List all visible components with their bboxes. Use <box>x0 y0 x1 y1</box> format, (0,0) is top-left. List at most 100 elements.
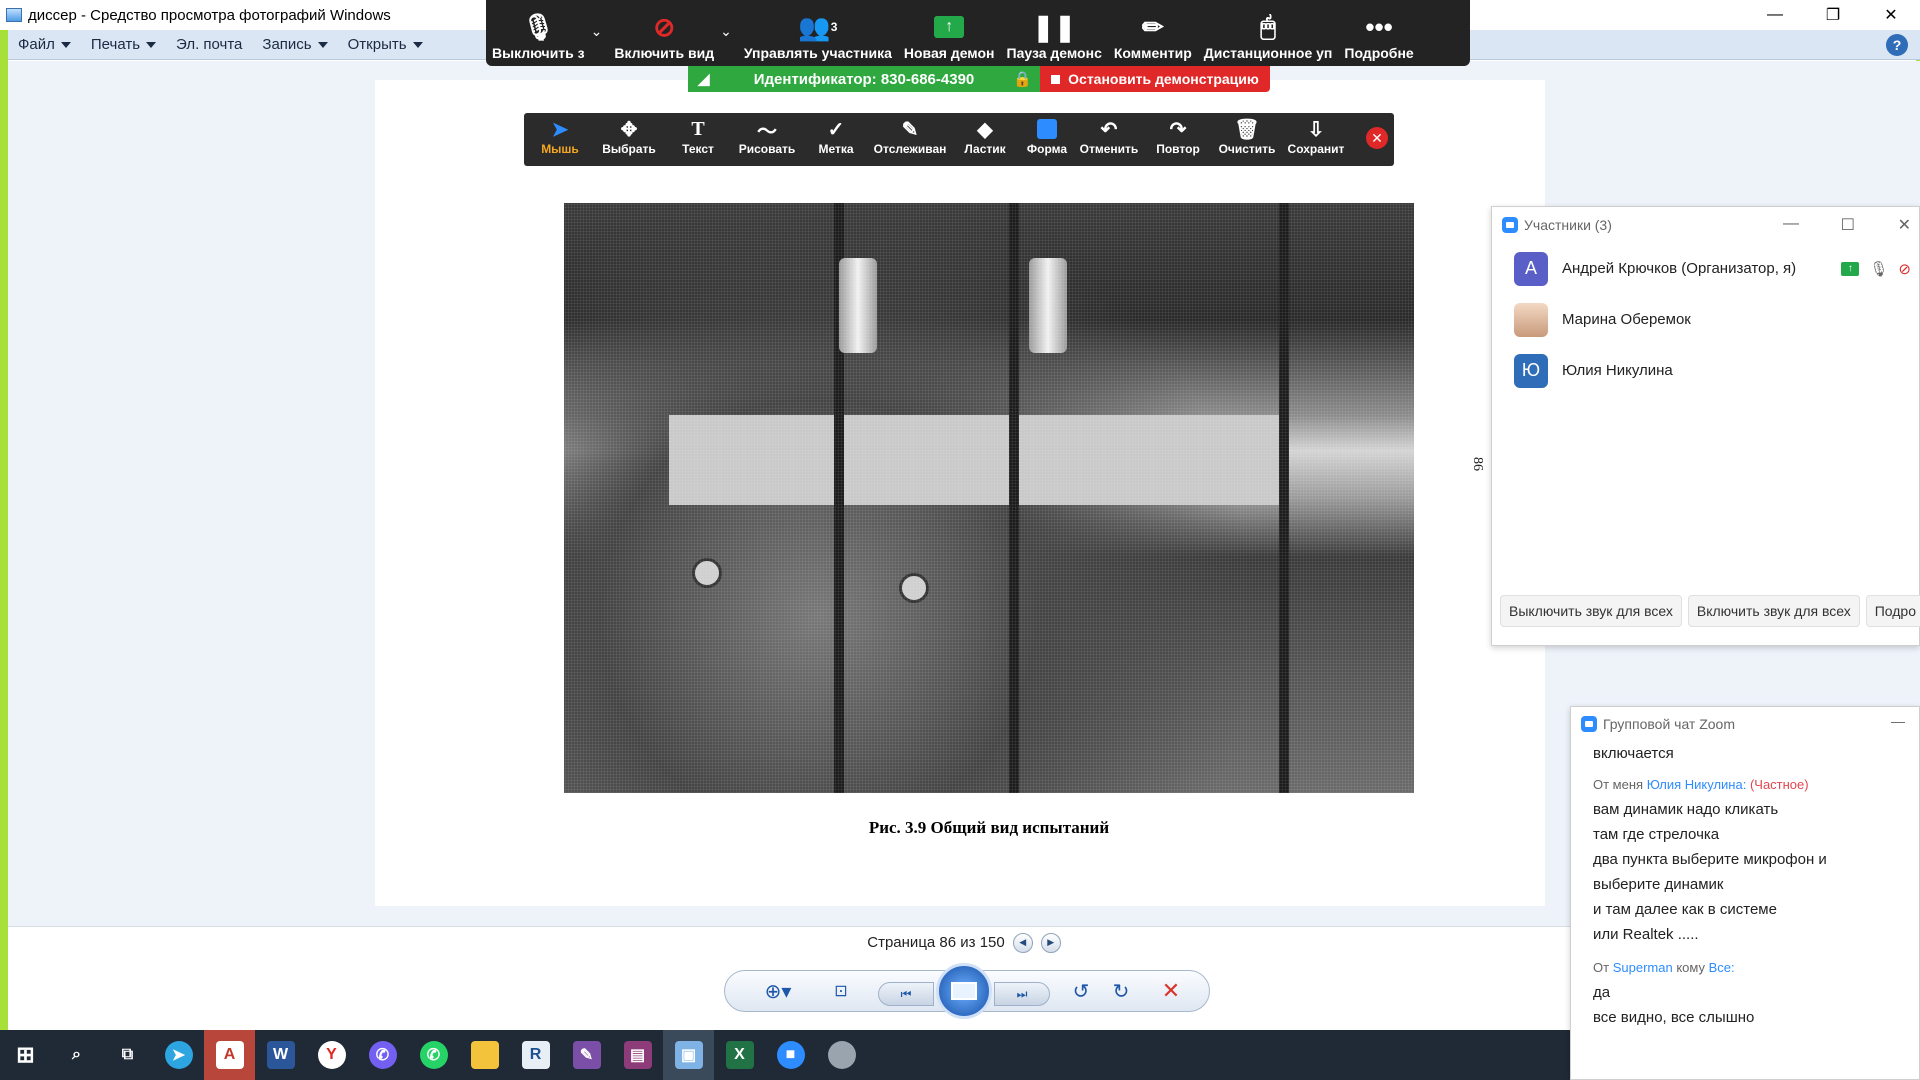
tool-redo[interactable]: ↷ Повтор <box>1144 116 1212 157</box>
word-icon: W <box>266 1041 295 1069</box>
tool-eraser[interactable]: ◆ Ластик <box>951 116 1019 157</box>
participant-status: ↑ 🎙 ⊘ <box>1841 260 1911 278</box>
actual-size-icon[interactable]: ⊡ <box>826 980 856 1002</box>
new-share-label: Новая демон <box>903 45 995 61</box>
tool-undo[interactable]: ↶ Отменить <box>1075 116 1143 157</box>
chat-sender[interactable]: Superman <box>1613 960 1673 975</box>
tool-shape[interactable]: Форма <box>1013 116 1081 156</box>
tool-draw-label: Рисовать <box>738 142 796 156</box>
chat-title: Групповой чат Zoom <box>1603 716 1736 732</box>
taskbar-yandex[interactable]: Y <box>306 1030 357 1080</box>
taskbar-r-app[interactable]: R <box>510 1030 561 1080</box>
chat-message-text: и там далее как в системе <box>1593 901 1777 918</box>
taskbar-zoom[interactable]: ■ <box>765 1030 816 1080</box>
taskbar-excel[interactable]: X <box>714 1030 765 1080</box>
shape-icon <box>1037 119 1057 139</box>
photo-viewer-icon <box>6 8 22 22</box>
participants-button[interactable]: 👥 3 Управлять участника <box>738 10 898 62</box>
mute-all-button[interactable]: Выключить звук для всех <box>1500 595 1682 627</box>
taskbar-other[interactable] <box>816 1030 867 1080</box>
close-button[interactable]: ✕ <box>1862 0 1920 30</box>
meeting-id-bar[interactable]: ◢ Идентификатор: 830-686-4390 🔒 <box>688 66 1040 92</box>
taskbar-acrobat[interactable]: A <box>204 1030 255 1080</box>
trash-icon: 🗑 <box>1234 118 1260 141</box>
tool-draw[interactable]: 〜 Рисовать <box>733 116 801 157</box>
chevron-down-icon <box>317 41 328 48</box>
next-image-button[interactable]: ⏭ <box>994 982 1050 1006</box>
taskbar-explorer[interactable] <box>459 1030 510 1080</box>
tool-stamp[interactable]: ✓ Метка <box>802 116 870 157</box>
chat-message-text: или Realtek ..... <box>1593 926 1699 943</box>
tool-text[interactable]: T Текст <box>664 116 732 157</box>
help-icon[interactable]: ? <box>1886 34 1908 56</box>
viber-icon: ✆ <box>368 1041 397 1069</box>
new-share-button[interactable]: ↑ Новая демон <box>898 10 1001 62</box>
taskbar-winrar[interactable]: ▤ <box>612 1030 663 1080</box>
pause-share-button[interactable]: ❚❚ Пауза демонс <box>1001 10 1108 62</box>
zoom-icon[interactable]: ⊕▾ <box>760 980 796 1003</box>
menu-file[interactable]: Файл <box>8 36 81 53</box>
menu-print[interactable]: Печать <box>81 36 166 53</box>
more-button[interactable]: ••• Подробне <box>1338 10 1419 62</box>
previous-image-button[interactable]: ⏮ <box>878 982 934 1006</box>
menu-burn[interactable]: Запись <box>252 36 337 53</box>
chat-recipient[interactable]: Все: <box>1709 960 1735 975</box>
tool-select[interactable]: ✥ Выбрать <box>595 116 663 157</box>
search-button[interactable]: ⌕ <box>51 1030 102 1080</box>
tool-save[interactable]: ⇩ Сохранит <box>1282 116 1350 157</box>
task-view-button[interactable]: ⧉ <box>102 1030 153 1080</box>
chevron-down-icon[interactable]: ⌄ <box>591 23 609 62</box>
taskbar-telegram[interactable]: ➤ <box>153 1030 204 1080</box>
maximize-icon[interactable]: ☐ <box>1841 215 1855 235</box>
minimize-icon[interactable]: — <box>1891 713 1905 729</box>
more-options-button[interactable]: Подро <box>1865 595 1920 627</box>
rotate-left-icon[interactable]: ↺ <box>1068 980 1094 1003</box>
minimize-icon[interactable]: — <box>1783 215 1799 233</box>
start-button[interactable]: ⊞ <box>0 1030 51 1080</box>
chat-sender-prefix: От меня <box>1593 777 1644 792</box>
pause-icon: ❚❚ <box>1032 11 1076 42</box>
tool-stamp-label: Метка <box>818 142 854 156</box>
maximize-button[interactable]: ❐ <box>1804 0 1862 30</box>
remote-control-button[interactable]: 🖱 Дистанционное уп <box>1198 10 1339 62</box>
page-indicator: Страница 86 из 150 <box>867 934 1005 951</box>
delete-icon[interactable]: ✕ <box>1158 978 1184 1003</box>
mute-button[interactable]: 🎙 Выключить з <box>486 10 591 62</box>
rotate-right-icon[interactable]: ↻ <box>1108 980 1134 1003</box>
taskbar-word[interactable]: W <box>255 1030 306 1080</box>
unmute-all-button[interactable]: Включить звук для всех <box>1687 595 1860 627</box>
next-page-button[interactable]: ▶ <box>1040 932 1061 953</box>
chat-recipient[interactable]: Юлия Никулина: <box>1647 777 1747 792</box>
annotate-button[interactable]: ✏ Комментир <box>1108 10 1198 62</box>
video-label: Включить вид <box>614 45 715 61</box>
menu-open[interactable]: Открыть <box>338 36 433 53</box>
test-setup-photo <box>564 203 1414 793</box>
stop-share-button[interactable]: Остановить демонстрацию <box>1040 66 1270 92</box>
taskbar-whatsapp[interactable]: ✆ <box>408 1030 459 1080</box>
tool-clear[interactable]: 🗑 Очистить <box>1213 116 1281 157</box>
close-icon[interactable]: ✕ <box>1898 215 1911 235</box>
prev-page-button[interactable]: ◀ <box>1012 932 1033 953</box>
zoom-icon: ■ <box>776 1041 805 1069</box>
close-annotation-button[interactable]: ✕ <box>1366 127 1388 149</box>
minimize-button[interactable]: — <box>1746 0 1804 30</box>
participant-row[interactable]: А Андрей Крючков (Организатор, я) ↑ 🎙 ⊘ <box>1492 243 1919 294</box>
tool-spotlight[interactable]: ✎ Отслеживан <box>874 116 947 157</box>
video-button[interactable]: ⊘ Включить вид <box>608 10 720 62</box>
menu-print-label: Печать <box>90 36 141 53</box>
participants-panel: Участники (3) — ☐ ✕ А Андрей Крючков (Ор… <box>1491 206 1920 646</box>
video-off-icon: ⊘ <box>1898 260 1911 278</box>
participant-row[interactable]: Марина Оберемок <box>1492 294 1919 345</box>
window-controls: — ❐ ✕ <box>1746 0 1920 30</box>
slideshow-button[interactable] <box>936 963 992 1019</box>
chevron-down-icon[interactable]: ⌄ <box>720 23 738 62</box>
figure-caption: Рис. 3.9 Общий вид испытаний <box>868 818 1110 837</box>
menu-email[interactable]: Эл. почта <box>166 36 252 53</box>
taskbar-photo-viewer[interactable]: ▣ <box>663 1030 714 1080</box>
chevron-down-icon <box>412 41 423 48</box>
tool-mouse[interactable]: ➤ Мышь <box>526 116 594 157</box>
taskbar-onenote[interactable]: ✎ <box>561 1030 612 1080</box>
participant-row[interactable]: Ю Юлия Никулина <box>1492 345 1919 396</box>
taskbar-viber[interactable]: ✆ <box>357 1030 408 1080</box>
chat-message-text: вам динамик надо кликать <box>1593 801 1779 818</box>
